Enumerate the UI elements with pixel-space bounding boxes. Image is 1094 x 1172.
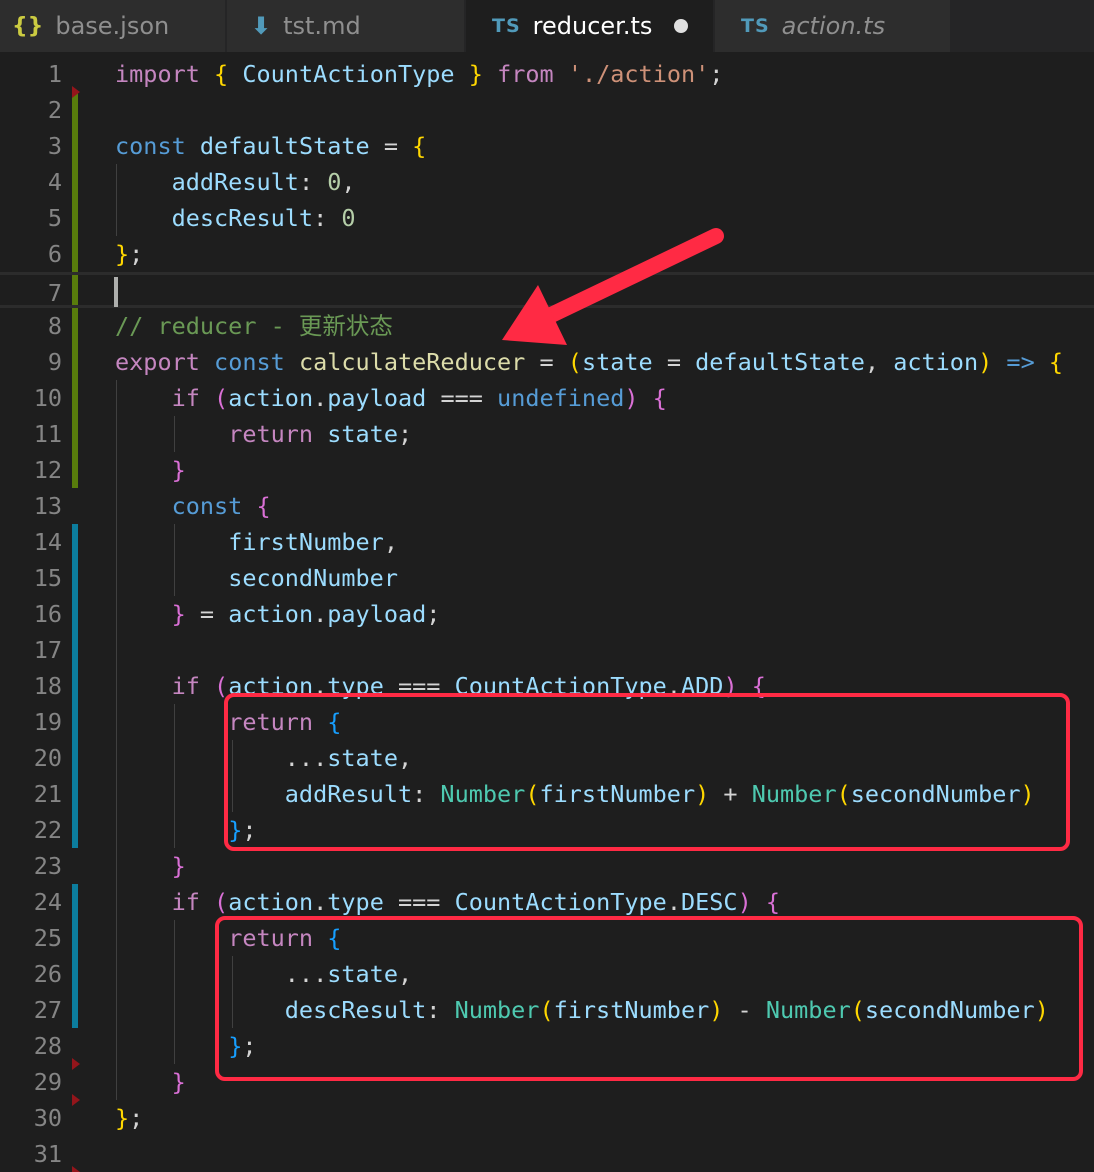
json-file-icon: {} — [12, 13, 44, 39]
tab-label: base.json — [55, 12, 170, 40]
tab-tst-md[interactable]: ⬇ tst.md — [227, 0, 465, 52]
tab-label: reducer.ts — [532, 12, 653, 40]
tab-reducer-ts[interactable]: TS reducer.ts — [466, 0, 714, 52]
tab-base-json[interactable]: {} base.json — [0, 0, 226, 52]
markdown-file-icon: ⬇ — [251, 12, 272, 40]
annotation-arrow-icon — [502, 228, 724, 345]
tab-label: action.ts — [781, 12, 886, 40]
tab-label: tst.md — [283, 12, 361, 40]
typescript-file-icon: TS — [741, 15, 770, 37]
unsaved-dot-icon[interactable] — [674, 19, 689, 33]
tab-action-ts[interactable]: TS action.ts — [715, 0, 951, 52]
code-editor[interactable]: 1 import { CountActionType } from './acti… — [0, 56, 1094, 1172]
typescript-file-icon: TS — [492, 15, 521, 37]
tab-bar: {} base.json ⬇ tst.md TS reducer.ts TS a… — [0, 0, 1094, 52]
